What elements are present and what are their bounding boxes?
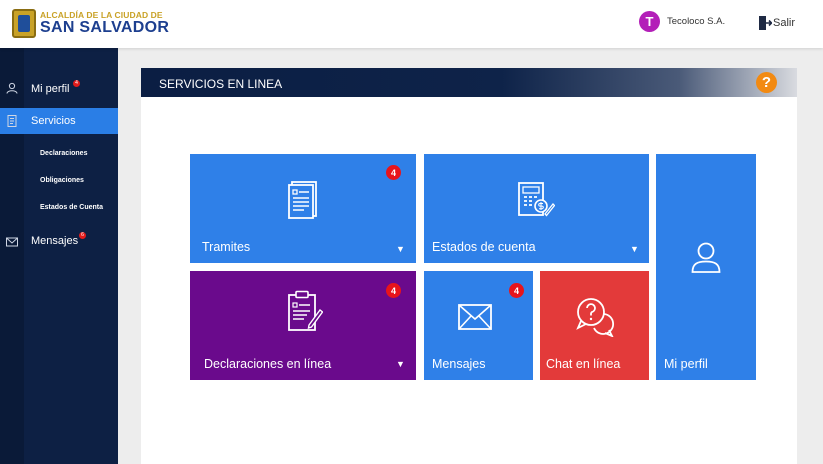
tile-mensajes[interactable]: 4 Mensajes [424, 271, 533, 380]
user-name: Tecoloco S.A. [667, 16, 726, 27]
notification-badge: 6 [79, 232, 86, 239]
sidebar: Mi perfil 4 Servicios Declaraciones Obli… [0, 48, 118, 464]
top-header: ALCALDÍA DE LA CIUDAD DE SAN SALVADOR T … [0, 0, 823, 48]
sidebar-subitem-obligaciones[interactable]: Obligaciones [40, 177, 84, 184]
tile-chat-en-linea[interactable]: Chat en línea [540, 271, 649, 380]
chevron-down-icon[interactable]: ▼ [396, 244, 405, 254]
notification-badge: 4 [509, 283, 524, 298]
tile-label: Declaraciones en línea [204, 357, 332, 371]
envelope-icon [6, 237, 18, 247]
tile-label: Estados de cuenta [432, 240, 536, 254]
form-document-icon [288, 181, 317, 219]
notification-badge: 4 [73, 80, 80, 87]
notification-badge: 4 [386, 283, 401, 298]
user-icon [6, 82, 18, 94]
chevron-down-icon[interactable]: ▼ [396, 359, 405, 369]
envelope-icon [458, 304, 492, 330]
logout-label: Salir [773, 17, 796, 29]
tile-label: Mensajes [432, 357, 486, 371]
logout-button[interactable]: Salir [758, 15, 795, 31]
logo-line2: SAN SALVADOR [40, 19, 170, 37]
tile-declaraciones-en-linea[interactable]: 4 Declaraciones en línea ▼ [190, 271, 416, 380]
tile-label: Tramites [202, 240, 251, 254]
tile-estados-de-cuenta[interactable]: Estados de cuenta ▼ [424, 154, 649, 263]
sidebar-item-mensajes[interactable]: Mensajes 6 [0, 228, 118, 254]
avatar: T [639, 11, 660, 32]
sidebar-item-label: Servicios [31, 115, 76, 127]
tile-mi-perfil[interactable]: Mi perfil [656, 154, 756, 380]
clipboard-icon [288, 290, 323, 331]
sidebar-item-label: Mensajes [31, 235, 79, 247]
panel-header: SERVICIOS EN LINEA ? [141, 68, 797, 97]
chat-help-icon [576, 298, 615, 337]
page-title: SERVICIOS EN LINEA [159, 77, 283, 91]
help-button[interactable]: ? [756, 72, 777, 93]
user-menu[interactable]: T Tecoloco S.A. [639, 11, 725, 32]
sidebar-item-mi-perfil[interactable]: Mi perfil 4 [0, 76, 118, 102]
document-icon [7, 115, 17, 127]
sidebar-item-servicios[interactable]: Servicios [0, 108, 118, 134]
city-logo[interactable]: ALCALDÍA DE LA CIUDAD DE SAN SALVADOR [12, 9, 169, 38]
account-statement-icon [518, 182, 555, 217]
logo-text: ALCALDÍA DE LA CIUDAD DE SAN SALVADOR [40, 11, 169, 37]
logout-icon [759, 16, 772, 30]
sidebar-subitem-estados-de-cuenta[interactable]: Estados de Cuenta [40, 204, 103, 211]
logo-line1: ALCALDÍA DE LA CIUDAD DE [40, 9, 163, 20]
city-seal-icon [12, 9, 36, 38]
tile-label: Mi perfil [664, 357, 708, 371]
notification-badge: 4 [386, 165, 401, 180]
user-icon [691, 242, 721, 273]
chevron-down-icon[interactable]: ▼ [630, 244, 639, 254]
tile-label: Chat en línea [546, 357, 621, 371]
sidebar-subitem-declaraciones[interactable]: Declaraciones [40, 150, 87, 157]
sidebar-item-label: Mi perfil [31, 83, 70, 95]
tile-tramites[interactable]: 4 Tramites ▼ [190, 154, 416, 263]
